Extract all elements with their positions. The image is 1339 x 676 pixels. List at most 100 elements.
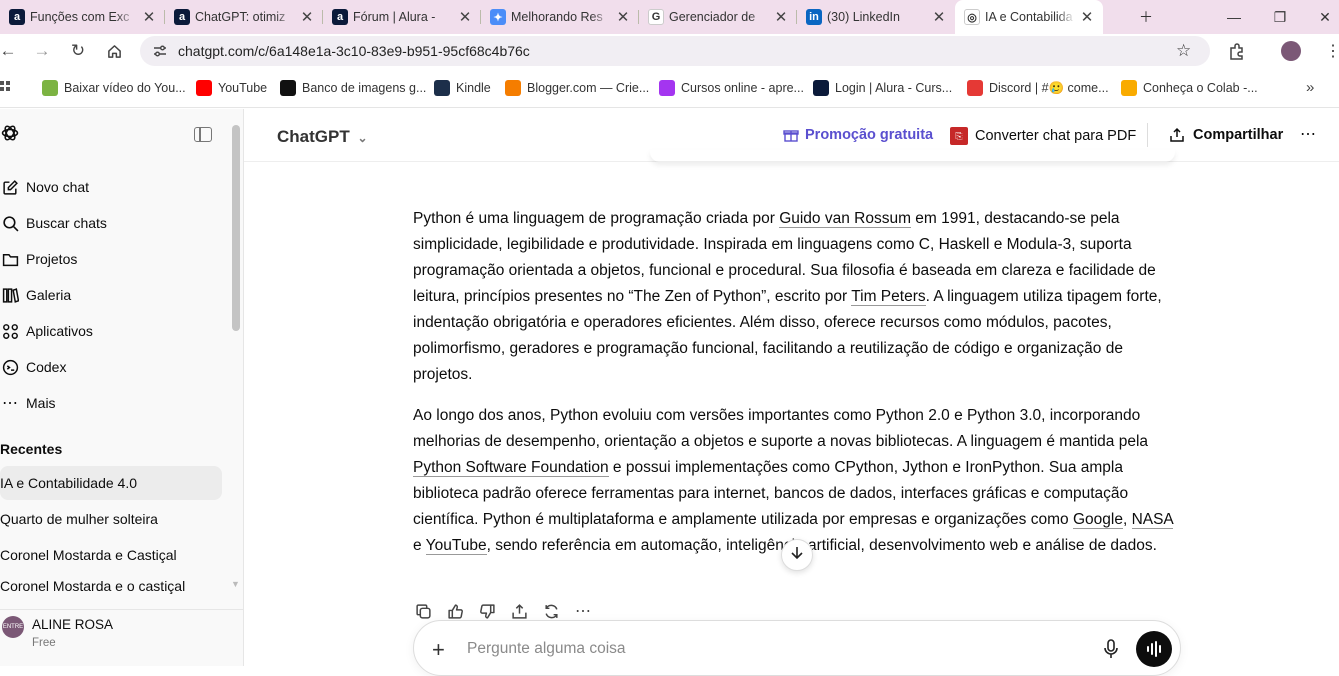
entity-link[interactable]: Google	[1072, 511, 1123, 529]
forward-icon[interactable]: →	[28, 34, 56, 68]
prompt-input[interactable]: Pergunte alguma coisa	[467, 640, 626, 658]
user-menu[interactable]: ENTRE ALINE ROSA Free	[0, 609, 244, 655]
model-selector[interactable]: ChatGPT ⌄	[277, 127, 368, 147]
more-options-icon[interactable]: ⋯	[1300, 124, 1316, 144]
copy-icon[interactable]	[413, 601, 433, 621]
browser-tab[interactable]: ◎ IA e Contabilida ✕	[955, 0, 1103, 34]
more-bookmarks-icon[interactable]: »	[1306, 79, 1314, 96]
alura-icon	[813, 80, 829, 96]
header-divider	[1147, 123, 1148, 147]
thumbs-down-icon[interactable]	[477, 601, 497, 621]
linkedin-icon: in	[806, 9, 822, 25]
colab-icon	[1121, 80, 1137, 96]
user-name: ALINE ROSA	[32, 617, 114, 632]
scroll-to-bottom-button[interactable]	[781, 539, 813, 571]
bookmark-item[interactable]: Kindle	[434, 80, 491, 96]
chatgpt-icon: ◎	[964, 9, 980, 25]
entity-link[interactable]: Tim Peters	[851, 288, 926, 306]
bookmarks-bar: » Baixar vídeo do You... YouTube Banco de …	[0, 68, 1339, 108]
bookmark-item[interactable]: YouTube	[196, 80, 267, 96]
sidebar-toggle-icon[interactable]	[194, 127, 212, 142]
convert-pdf-button[interactable]: ⎘ Converter chat para PDF	[950, 127, 1136, 145]
bookmark-item[interactable]: Banco de imagens g...	[280, 80, 426, 96]
new-tab-button[interactable]: ＋	[1126, 0, 1166, 34]
profile-avatar[interactable]	[1281, 41, 1301, 61]
tab-title: Fórum | Alura -	[353, 10, 436, 24]
browser-menu-icon[interactable]: ⋮	[1325, 41, 1339, 61]
bookmark-item[interactable]: Discord | #🥲 come...	[967, 80, 1109, 96]
entity-link[interactable]: YouTube	[425, 537, 487, 555]
alura-icon: a	[332, 9, 348, 25]
thumbs-up-icon[interactable]	[445, 601, 465, 621]
close-tab-icon[interactable]: ✕	[141, 8, 157, 26]
share-message-icon[interactable]	[509, 601, 529, 621]
chevron-down-icon: ⌄	[357, 131, 368, 145]
entity-link[interactable]: NASA	[1131, 511, 1173, 529]
close-tab-icon[interactable]: ✕	[931, 8, 947, 26]
add-attachment-icon[interactable]: +	[432, 637, 445, 663]
reload-icon[interactable]: ↻	[64, 34, 92, 68]
message-actions: ⋯	[413, 601, 593, 621]
sidebar-item-codex[interactable]: Codex	[0, 352, 230, 382]
sidebar-item-mais[interactable]: ⋯ Mais	[0, 388, 230, 418]
browser-tab[interactable]: a ChatGPT: otimiz ✕	[165, 0, 323, 34]
message-text: Python é uma linguagem de programação cr…	[413, 210, 780, 227]
apps-grid-icon[interactable]	[0, 80, 12, 101]
sidebar-item-projetos[interactable]: Projetos	[0, 244, 230, 274]
more-actions-icon[interactable]: ⋯	[573, 601, 593, 621]
voice-mode-button[interactable]	[1136, 631, 1172, 667]
minimize-icon[interactable]: —	[1214, 0, 1254, 34]
close-tab-icon[interactable]: ✕	[299, 8, 315, 26]
bookmark-label: Cursos online - apre...	[681, 81, 804, 95]
scroll-down-arrow-icon[interactable]: ▼	[231, 579, 240, 589]
browser-tab[interactable]: ✦ Melhorando Res ✕	[481, 0, 639, 34]
url-bar[interactable]: chatgpt.com/c/6a148e1a-3c10-83e9-b951-95…	[140, 36, 1210, 66]
google-icon: G	[648, 9, 664, 25]
bancodeimagens-icon	[280, 80, 296, 96]
browser-tab[interactable]: in (30) LinkedIn ✕	[797, 0, 955, 34]
back-icon[interactable]: ←	[0, 34, 22, 68]
message-composer[interactable]: + Pergunte alguma coisa	[413, 620, 1181, 676]
close-tab-icon[interactable]: ✕	[773, 8, 789, 26]
browser-tab[interactable]: a Fórum | Alura - ✕	[323, 0, 481, 34]
microphone-icon[interactable]	[1102, 639, 1120, 664]
site-settings-icon[interactable]	[152, 43, 168, 64]
browser-tab[interactable]: G Gerenciador de ✕	[639, 0, 797, 34]
bookmark-item[interactable]: Login | Alura - Curs...	[813, 80, 952, 96]
sidebar-item-buscar-chats[interactable]: Buscar chats	[0, 208, 230, 238]
recent-chat-item[interactable]: Quarto de mulher solteira	[0, 502, 222, 536]
entity-link[interactable]: Guido van Rossum	[779, 210, 911, 228]
recent-chat-item[interactable]: IA e Contabilidade 4.0	[0, 466, 222, 500]
browser-tab[interactable]: a Funções com Exc ✕	[0, 0, 165, 34]
regenerate-icon[interactable]	[541, 601, 561, 621]
bookmark-item[interactable]: Baixar vídeo do You...	[42, 80, 186, 96]
bookmark-item[interactable]: Cursos online - apre...	[659, 80, 804, 96]
bookmark-item[interactable]: Conheça o Colab -...	[1121, 80, 1258, 96]
bookmark-star-icon[interactable]: ☆	[1176, 41, 1191, 61]
sidebar-item-novo-chat[interactable]: Novo chat	[0, 172, 230, 202]
bookmark-label: Conheça o Colab -...	[1143, 81, 1258, 95]
tab-title: Funções com Exc	[30, 10, 130, 24]
sidebar-item-aplicativos[interactable]: Aplicativos	[0, 316, 230, 346]
promo-button[interactable]: Promoção gratuita	[783, 127, 933, 143]
extensions-icon[interactable]	[1228, 42, 1246, 65]
close-window-icon[interactable]: ✕	[1305, 0, 1339, 34]
sidebar-item-label: Buscar chats	[26, 215, 107, 231]
close-tab-icon[interactable]: ✕	[1079, 8, 1095, 26]
recent-chat-item[interactable]: Coronel Mostarda e o castiçal	[0, 574, 222, 596]
close-tab-icon[interactable]: ✕	[457, 8, 473, 26]
openai-logo-icon[interactable]	[0, 123, 20, 143]
recent-chat-item[interactable]: Coronel Mostarda e Castiçal	[0, 538, 222, 572]
sidebar-item-galeria[interactable]: Galeria	[0, 280, 230, 310]
bookmark-label: Kindle	[456, 81, 491, 95]
sidebar-scrollbar[interactable]	[232, 125, 240, 331]
url-text[interactable]: chatgpt.com/c/6a148e1a-3c10-83e9-b951-95…	[178, 43, 530, 59]
entity-link[interactable]: Python Software Foundation	[413, 459, 609, 477]
promo-label: Promoção gratuita	[805, 127, 934, 143]
close-tab-icon[interactable]: ✕	[615, 8, 631, 26]
share-button[interactable]: Compartilhar	[1169, 127, 1283, 143]
maximize-icon[interactable]: ❐	[1260, 0, 1300, 34]
bookmark-item[interactable]: Blogger.com — Crie...	[505, 80, 649, 96]
pdf-icon: ⎘	[950, 127, 968, 145]
home-icon[interactable]	[100, 34, 128, 68]
